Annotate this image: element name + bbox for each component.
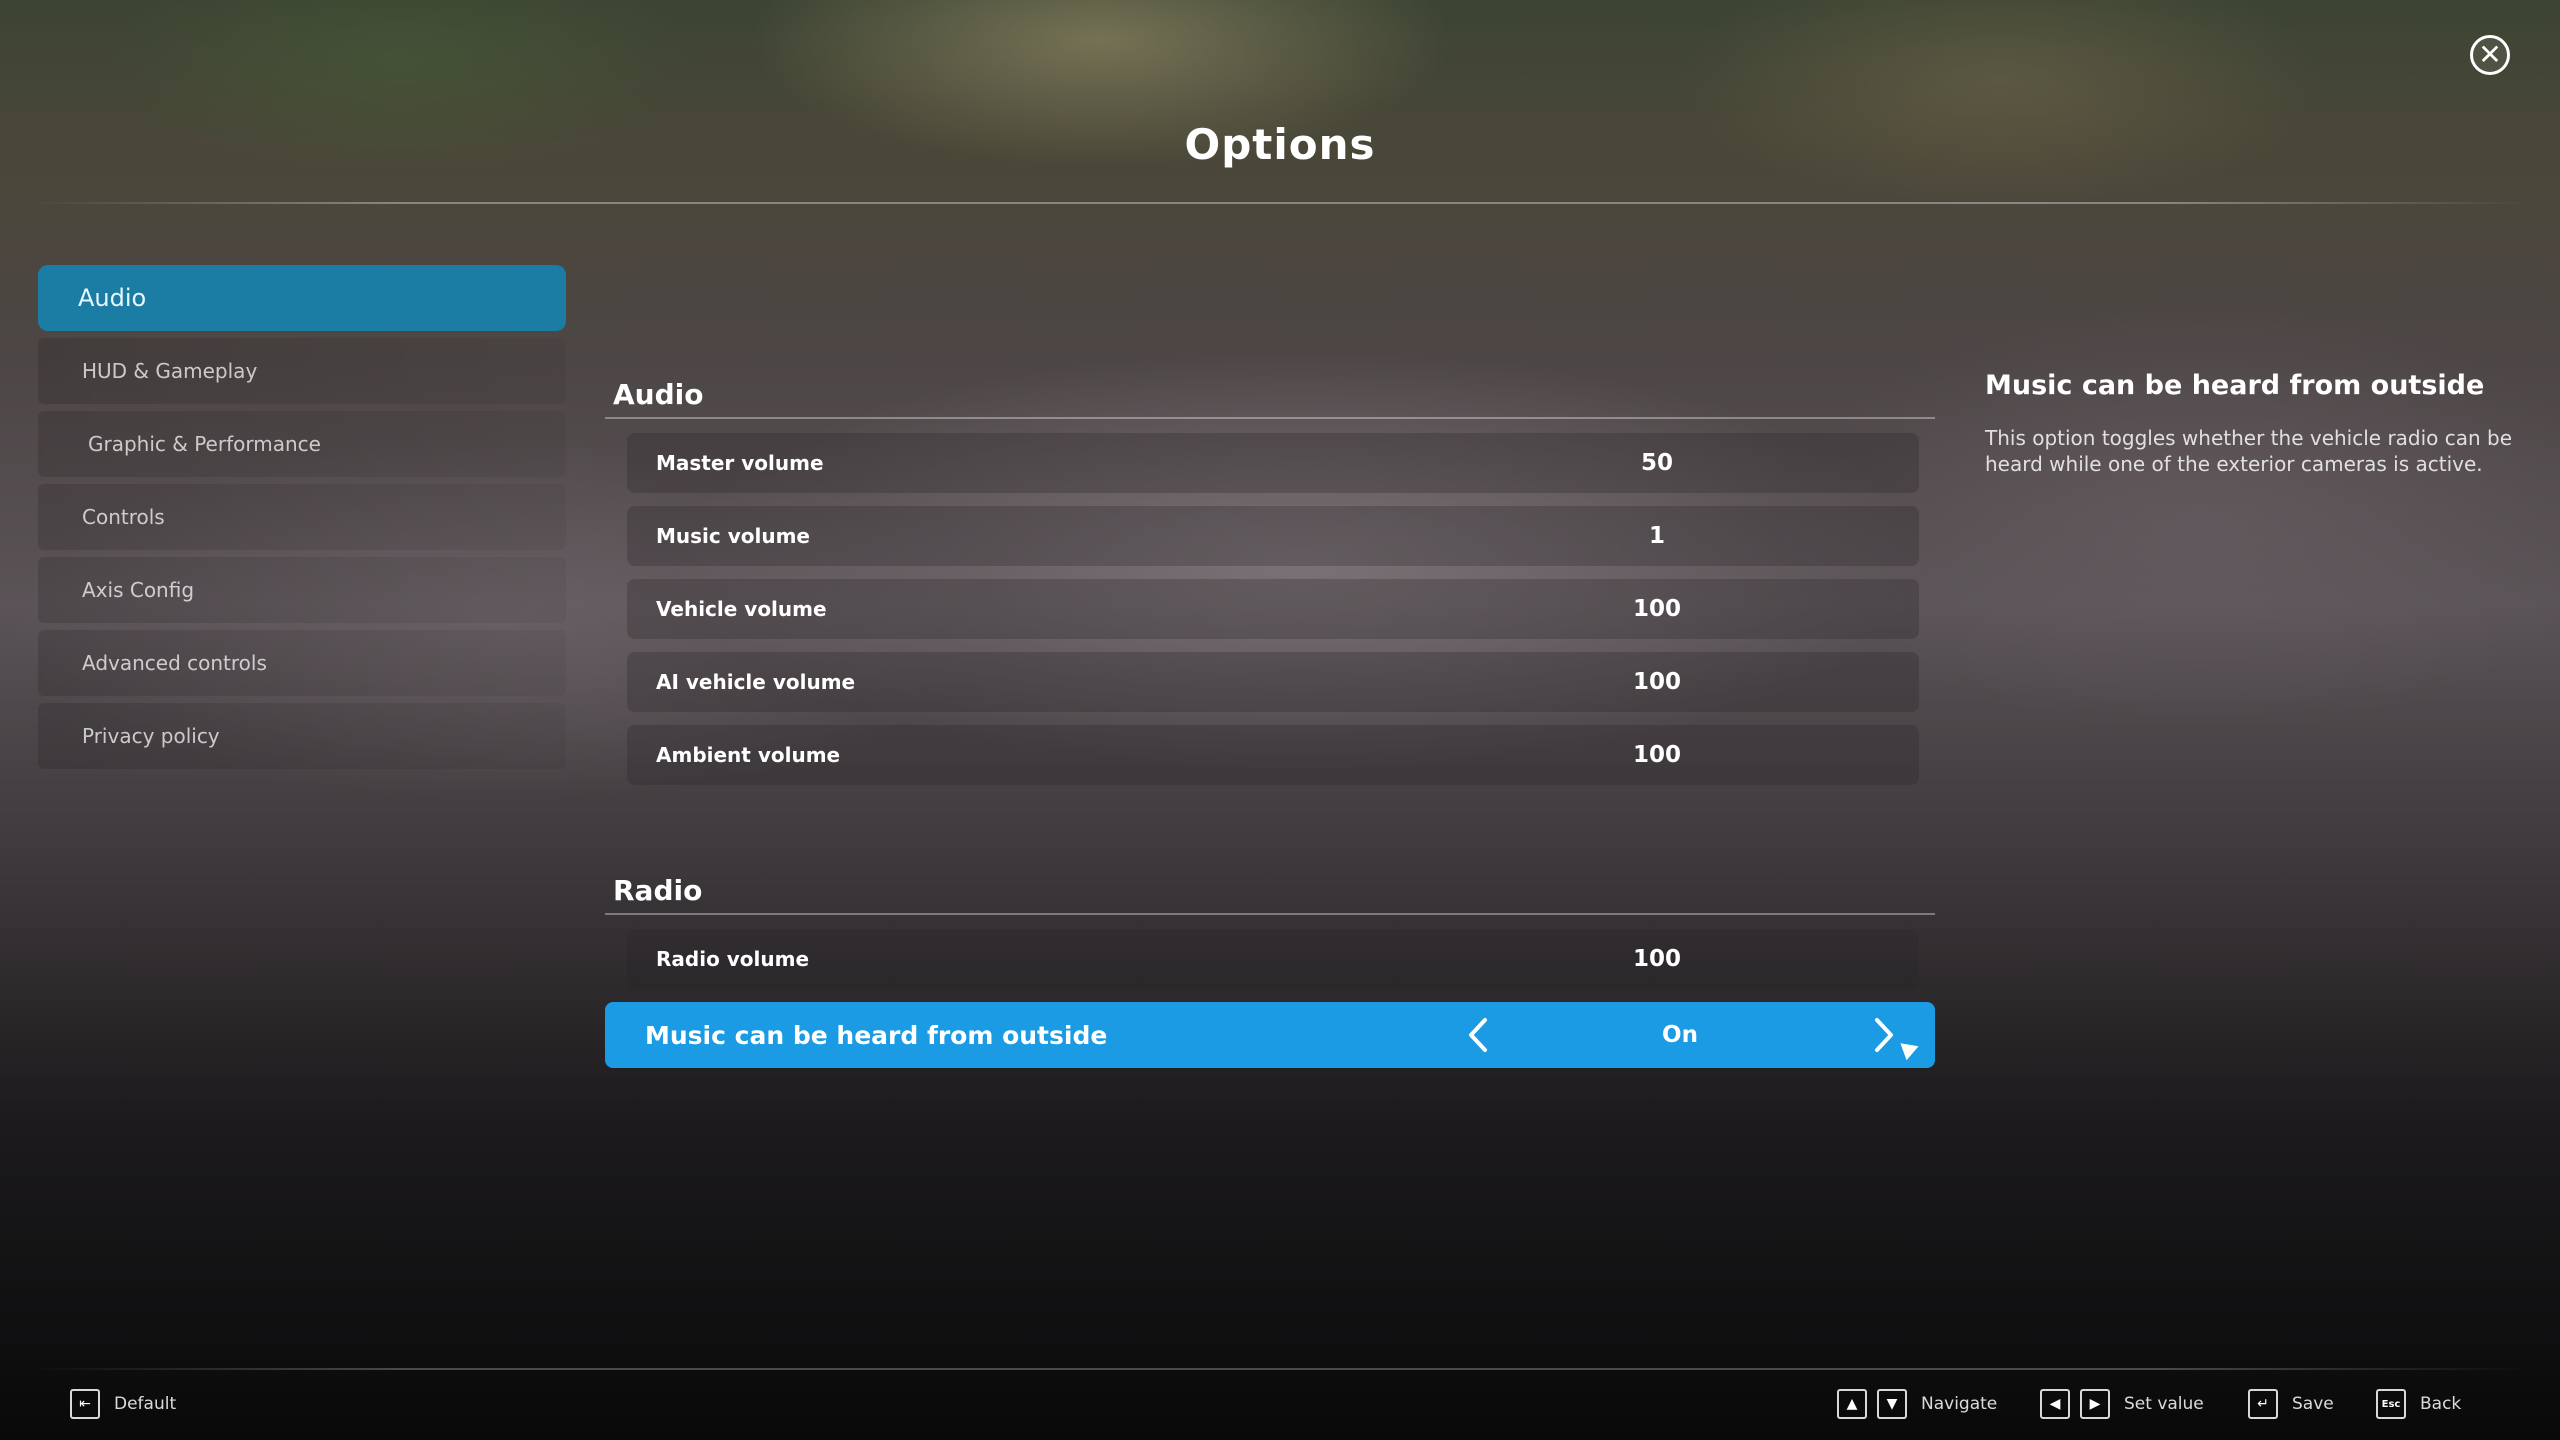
description-title: Music can be heard from outside xyxy=(1985,370,2485,401)
setting-value: 50 xyxy=(1640,450,1673,476)
setting-row-ai-vehicle-volume[interactable]: AI vehicle volume 100 xyxy=(627,652,1919,712)
reset-key-icon: ⇤ xyxy=(70,1389,100,1419)
chevron-left-icon[interactable] xyxy=(1461,1016,1495,1054)
section-title-audio: Audio xyxy=(613,378,704,411)
setting-label: Music volume xyxy=(656,524,810,548)
enter-key-icon: ↵ xyxy=(2248,1389,2278,1419)
audio-section: Audio Master volume 50 Music volume 1 Ve… xyxy=(605,372,1935,798)
page-title: Options xyxy=(1184,120,1376,169)
arrow-up-key-icon: ▲ xyxy=(1837,1389,1867,1419)
sidebar-item-label: Controls xyxy=(82,505,165,529)
chevron-right-icon[interactable] xyxy=(1867,1016,1901,1054)
description-text: This option toggles whether the vehicle … xyxy=(1985,426,2513,476)
arrow-down-key-icon: ▼ xyxy=(1877,1389,1907,1419)
sidebar-item-audio[interactable]: Audio xyxy=(38,265,566,331)
sidebar-item-privacy-policy[interactable]: Privacy policy xyxy=(38,703,566,769)
setting-label: Ambient volume xyxy=(656,743,841,767)
setting-row-radio-volume[interactable]: Radio volume 100 xyxy=(627,929,1919,989)
arrow-right-key-icon: ▶ xyxy=(2080,1389,2110,1419)
setting-row-vehicle-volume[interactable]: Vehicle volume 100 xyxy=(627,579,1919,639)
header-divider xyxy=(30,202,2530,204)
hint-label: Default xyxy=(114,1394,177,1414)
sidebar-item-label: Graphic & Performance xyxy=(88,432,321,456)
hint-set-value: ◀ ▶ Set value xyxy=(2040,1389,2204,1419)
hint-save[interactable]: ↵ Save xyxy=(2248,1389,2334,1419)
sidebar-item-label: Privacy policy xyxy=(82,724,220,748)
setting-label: Vehicle volume xyxy=(656,597,827,621)
sidebar-item-label: Audio xyxy=(78,284,147,312)
setting-row-music-volume[interactable]: Music volume 1 xyxy=(627,506,1919,566)
hint-navigate: ▲ ▼ Navigate xyxy=(1837,1389,1997,1419)
setting-row-ambient-volume[interactable]: Ambient volume 100 xyxy=(627,725,1919,785)
hint-label: Save xyxy=(2292,1394,2334,1414)
setting-value: 100 xyxy=(1632,742,1681,768)
setting-label: AI vehicle volume xyxy=(656,670,856,694)
mouse-cursor-icon xyxy=(1900,1037,1922,1061)
setting-label: Master volume xyxy=(656,451,824,475)
setting-label: Music can be heard from outside xyxy=(645,1020,1108,1050)
hint-back[interactable]: Esc Back xyxy=(2376,1389,2461,1419)
sidebar-item-graphic-performance[interactable]: Graphic & Performance xyxy=(38,411,566,477)
setting-value: 1 xyxy=(1648,523,1665,549)
arrow-left-key-icon: ◀ xyxy=(2040,1389,2070,1419)
hint-label: Set value xyxy=(2124,1394,2204,1414)
esc-key-icon: Esc xyxy=(2376,1389,2406,1419)
radio-section: Radio Radio volume 100 Music can be hear… xyxy=(605,868,1935,1068)
setting-label: Radio volume xyxy=(656,947,810,971)
setting-value: 100 xyxy=(1632,669,1681,695)
hint-label: Navigate xyxy=(1921,1394,1998,1414)
hint-label: Back xyxy=(2420,1394,2462,1414)
setting-row-music-outside[interactable]: Music can be heard from outside On xyxy=(605,1002,1935,1068)
hint-default[interactable]: ⇤ Default xyxy=(70,1389,176,1419)
sidebar-item-label: HUD & Gameplay xyxy=(82,359,258,383)
section-divider xyxy=(605,913,1935,915)
sidebar-item-axis-config[interactable]: Axis Config xyxy=(38,557,566,623)
sidebar-item-label: Axis Config xyxy=(82,578,195,602)
setting-value: 100 xyxy=(1632,596,1681,622)
close-button[interactable]: ✕ xyxy=(2470,35,2510,75)
sidebar: Audio HUD & Gameplay Graphic & Performan… xyxy=(38,265,566,776)
section-title-radio: Radio xyxy=(613,874,703,907)
sidebar-item-advanced-controls[interactable]: Advanced controls xyxy=(38,630,566,696)
footer-divider xyxy=(30,1368,2530,1370)
setting-value: 100 xyxy=(1632,946,1681,972)
setting-value: On xyxy=(1662,1022,1698,1048)
sidebar-item-hud-gameplay[interactable]: HUD & Gameplay xyxy=(38,338,566,404)
section-divider xyxy=(605,417,1935,419)
setting-row-master-volume[interactable]: Master volume 50 xyxy=(627,433,1919,493)
sidebar-item-label: Advanced controls xyxy=(82,651,267,675)
close-icon: ✕ xyxy=(2478,38,2502,71)
sidebar-item-controls[interactable]: Controls xyxy=(38,484,566,550)
description-panel: Music can be heard from outside This opt… xyxy=(1985,370,2515,477)
